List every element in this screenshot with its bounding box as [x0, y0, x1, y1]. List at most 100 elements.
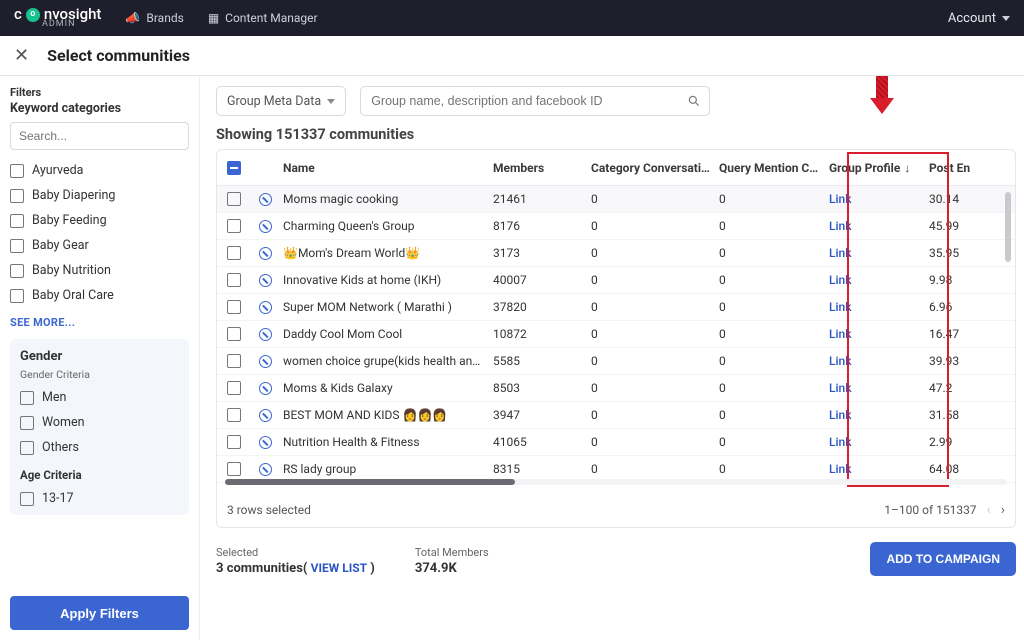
select-all-checkbox[interactable]	[227, 161, 241, 175]
nav-content-label: Content Manager	[225, 11, 317, 25]
cell-query-mention: 0	[715, 462, 825, 476]
account-menu[interactable]: Account	[948, 11, 1010, 26]
row-checkbox[interactable]	[227, 273, 241, 287]
gender-men[interactable]: Men	[20, 385, 179, 410]
col-category-conv[interactable]: Category Conversation C...	[587, 161, 715, 175]
age-13-17[interactable]: 13-17	[20, 486, 179, 511]
checkbox-icon	[10, 264, 24, 278]
group-profile-link[interactable]: Link	[829, 192, 851, 206]
table-row[interactable]: women choice grupe(kids health and beaut…	[217, 348, 1015, 375]
cell-post-en: 31.58	[925, 408, 989, 422]
group-profile-link[interactable]: Link	[829, 435, 851, 449]
cell-query-mention: 0	[715, 435, 825, 449]
cell-category-conv: 0	[587, 354, 715, 368]
group-profile-link[interactable]: Link	[829, 381, 851, 395]
page-header: ✕ Select communities	[0, 36, 1024, 76]
cell-query-mention: 0	[715, 273, 825, 287]
col-query-mention[interactable]: Query Mention Count	[715, 161, 825, 175]
age-title: Age Criteria	[20, 468, 179, 482]
col-post-en[interactable]: Post En	[925, 161, 989, 175]
group-profile-link[interactable]: Link	[829, 354, 851, 368]
row-checkbox[interactable]	[227, 192, 241, 206]
top-nav: convosight ADMIN 📣 Brands ▦ Content Mana…	[0, 0, 1024, 36]
gender-panel: Gender Gender Criteria MenWomenOthers Ag…	[10, 339, 189, 515]
row-checkbox[interactable]	[227, 300, 241, 314]
group-profile-link[interactable]: Link	[829, 462, 851, 476]
cell-post-en: 30.14	[925, 192, 989, 206]
view-list-link[interactable]: VIEW LIST	[311, 561, 367, 575]
apply-filters-button[interactable]: Apply Filters	[10, 596, 189, 630]
status-icon	[259, 328, 272, 341]
next-page-button[interactable]: ›	[1001, 502, 1005, 518]
group-search-input[interactable]	[369, 93, 687, 109]
table-row[interactable]: BEST MOM AND KIDS 👩👩👩394700Link31.58	[217, 402, 1015, 429]
see-more-link[interactable]: SEE MORE...	[10, 308, 189, 339]
category-ayurveda[interactable]: Ayurveda	[10, 158, 189, 183]
cell-members: 8315	[489, 462, 587, 476]
table-row[interactable]: Moms & Kids Galaxy850300Link47.2	[217, 375, 1015, 402]
row-checkbox[interactable]	[227, 354, 241, 368]
group-profile-link[interactable]: Link	[829, 327, 851, 341]
table-row[interactable]: Daddy Cool Mom Cool1087200Link16.47	[217, 321, 1015, 348]
vertical-scrollbar[interactable]	[1005, 192, 1011, 262]
nav-content-manager[interactable]: ▦ Content Manager	[208, 11, 318, 25]
cell-members: 8503	[489, 381, 587, 395]
table-row[interactable]: Innovative Kids at home (IKH)4000700Link…	[217, 267, 1015, 294]
row-checkbox[interactable]	[227, 381, 241, 395]
table-row[interactable]: Charming Queen's Group817600Link45.99	[217, 213, 1015, 240]
table-row[interactable]: Nutrition Health & Fitness4106500Link2.9…	[217, 429, 1015, 456]
chevron-down-icon	[327, 99, 335, 104]
cell-name: Moms magic cooking	[279, 192, 489, 206]
brand-admin-label: ADMIN	[42, 20, 101, 29]
prev-page-button[interactable]: ‹	[987, 502, 991, 518]
brand-logo[interactable]: convosight ADMIN	[14, 7, 101, 29]
row-checkbox[interactable]	[227, 246, 241, 260]
status-icon	[259, 247, 272, 260]
cell-name: Nutrition Health & Fitness	[279, 435, 489, 449]
table-row[interactable]: Super MOM Network ( Marathi )3782000Link…	[217, 294, 1015, 321]
gender-others[interactable]: Others	[20, 435, 179, 460]
group-profile-link[interactable]: Link	[829, 300, 851, 314]
category-baby-feeding[interactable]: Baby Feeding	[10, 208, 189, 233]
group-profile-link[interactable]: Link	[829, 246, 851, 260]
checkbox-icon	[20, 391, 34, 405]
group-profile-link[interactable]: Link	[829, 273, 851, 287]
gender-women[interactable]: Women	[20, 410, 179, 435]
row-checkbox[interactable]	[227, 462, 241, 476]
row-checkbox[interactable]	[227, 435, 241, 449]
nav-brands[interactable]: 📣 Brands	[125, 11, 183, 25]
cell-members: 41065	[489, 435, 587, 449]
horizontal-scrollbar[interactable]	[225, 479, 1007, 485]
col-group-profile[interactable]: Group Profile↓	[825, 161, 925, 175]
category-baby-oral-care[interactable]: Baby Oral Care	[10, 283, 189, 308]
row-checkbox[interactable]	[227, 219, 241, 233]
col-name[interactable]: Name	[279, 161, 489, 175]
cell-category-conv: 0	[587, 273, 715, 287]
row-checkbox[interactable]	[227, 327, 241, 341]
checkbox-icon	[20, 441, 34, 455]
age-label: 13-17	[42, 491, 74, 506]
col-members[interactable]: Members	[489, 161, 587, 175]
category-baby-diapering[interactable]: Baby Diapering	[10, 183, 189, 208]
close-icon[interactable]: ✕	[14, 47, 29, 65]
cell-category-conv: 0	[587, 246, 715, 260]
status-icon	[259, 463, 272, 476]
add-to-campaign-button[interactable]: ADD TO CAMPAIGN	[870, 542, 1016, 576]
cell-category-conv: 0	[587, 327, 715, 341]
row-checkbox[interactable]	[227, 408, 241, 422]
search-icon	[687, 94, 701, 108]
category-baby-gear[interactable]: Baby Gear	[10, 233, 189, 258]
table-row[interactable]: Moms magic cooking2146100Link30.14	[217, 186, 1015, 213]
table-row[interactable]: 👑Mom's Dream World👑317300Link35.95	[217, 240, 1015, 267]
brand-text: c	[14, 7, 22, 22]
category-search-input[interactable]	[10, 122, 189, 150]
category-baby-nutrition[interactable]: Baby Nutrition	[10, 258, 189, 283]
group-profile-link[interactable]: Link	[829, 219, 851, 233]
status-icon	[259, 355, 272, 368]
group-search-field[interactable]	[360, 86, 710, 116]
cell-query-mention: 0	[715, 219, 825, 233]
group-meta-dropdown[interactable]: Group Meta Data	[216, 86, 346, 116]
cell-members: 3173	[489, 246, 587, 260]
cell-post-en: 39.93	[925, 354, 989, 368]
group-profile-link[interactable]: Link	[829, 408, 851, 422]
